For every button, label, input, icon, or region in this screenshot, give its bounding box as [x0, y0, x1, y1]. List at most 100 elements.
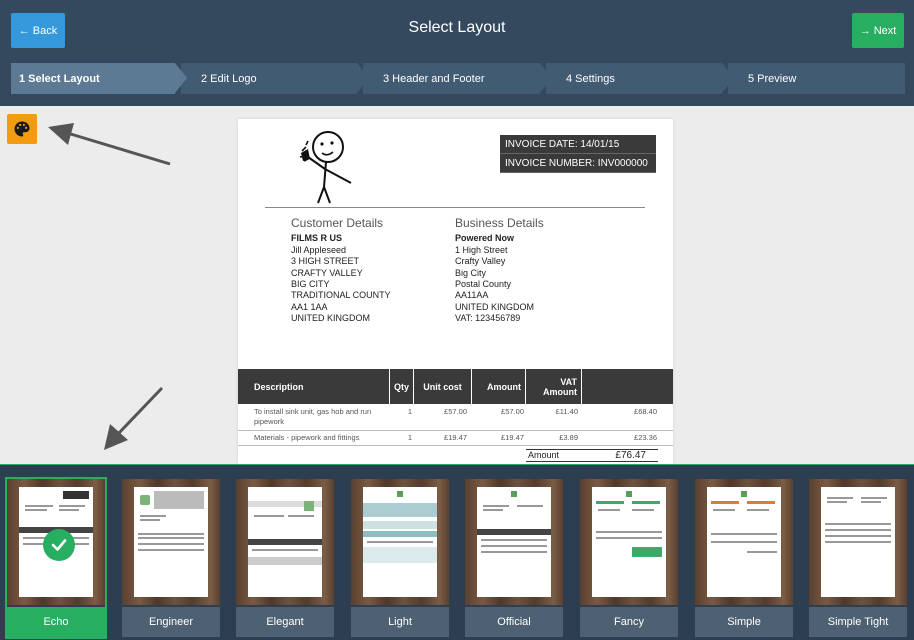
- layout-thumbnail: [695, 479, 793, 605]
- total-value: £76.47: [615, 450, 646, 461]
- layout-fancy[interactable]: Fancy: [580, 479, 678, 637]
- row-description-line: pipework: [254, 417, 285, 426]
- business-line: VAT: 123456789: [455, 313, 521, 324]
- customer-line: UNITED KINGDOM: [291, 313, 371, 324]
- layout-label: Simple: [695, 607, 793, 637]
- row-qty: 1: [407, 433, 412, 442]
- layout-thumbnail: [122, 479, 220, 605]
- col-qty: Qty: [390, 369, 414, 404]
- layout-label: Echo: [7, 607, 105, 637]
- row-unit-cost: £19.47: [444, 433, 467, 442]
- total-label: Amount: [528, 450, 560, 460]
- step-settings[interactable]: 4 Settings: [546, 63, 734, 94]
- layout-thumbnail: [351, 479, 449, 605]
- layout-simple[interactable]: Simple: [695, 479, 793, 637]
- col-unit-cost: Unit cost: [414, 369, 472, 404]
- step-select-layout[interactable]: 1 Select Layout: [11, 63, 187, 94]
- layout-thumbnail: [236, 479, 334, 605]
- col-description: Description: [238, 369, 390, 404]
- business-line: Crafty Valley: [455, 256, 506, 267]
- row-total: £68.40: [634, 407, 657, 416]
- step-header-footer[interactable]: 3 Header and Footer: [363, 63, 552, 94]
- wizard-steps: 1 Select Layout 2 Edit Logo 3 Header and…: [0, 60, 914, 106]
- customer-line: CRAFTY VALLEY: [291, 267, 363, 278]
- step-preview[interactable]: 5 Preview: [728, 63, 905, 94]
- business-details: Business Details Powered Now 1 High Stre…: [455, 216, 544, 325]
- customer-line: BIG CITY: [291, 279, 330, 290]
- layout-label: Official: [465, 607, 563, 637]
- step-label: 1 Select Layout: [19, 72, 100, 85]
- business-line: AA11AA: [455, 290, 489, 301]
- invoice-number: INVOICE NUMBER: INV000000: [500, 154, 656, 173]
- layout-light[interactable]: Light: [351, 479, 449, 637]
- row-unit-cost: £57.00: [444, 407, 467, 416]
- invoice-preview: INVOICE DATE: 14/01/15 INVOICE NUMBER: I…: [238, 119, 673, 465]
- invoice-total: Amount £76.47: [526, 449, 658, 462]
- col-vat-label: VAT: [560, 376, 577, 387]
- customer-line: 3 HIGH STREET: [291, 256, 360, 267]
- layout-label: Elegant: [236, 607, 334, 637]
- col-vat-amount: VAT Amount: [526, 369, 582, 404]
- layout-label: Simple Tight: [809, 607, 907, 637]
- business-line: UNITED KINGDOM: [455, 301, 535, 312]
- step-label: 4 Settings: [566, 72, 615, 85]
- step-label: 3 Header and Footer: [383, 72, 485, 85]
- thumbnail-page: [707, 487, 781, 597]
- col-vat-label: Amount: [543, 386, 577, 397]
- business-line: Big City: [455, 267, 487, 278]
- row-divider: [238, 445, 673, 446]
- invoice-divider: [265, 207, 645, 208]
- top-bar: ← Back Select Layout → Next: [0, 0, 914, 60]
- thumbnail-page: [248, 487, 322, 597]
- step-label: 5 Preview: [748, 72, 797, 85]
- arrow-right-icon: →: [859, 24, 871, 37]
- customer-details: Customer Details FILMS R US Jill Applese…: [291, 217, 391, 325]
- layout-official[interactable]: Official: [465, 479, 563, 637]
- layout-thumbnail: [580, 479, 678, 605]
- next-button[interactable]: → Next: [852, 13, 904, 48]
- pointer-arrow-palette: [48, 123, 171, 166]
- step-label: 2 Edit Logo: [201, 72, 257, 85]
- business-line: Postal County: [455, 279, 512, 290]
- layout-thumbnail: [809, 479, 907, 605]
- checkmark-icon: [43, 529, 75, 561]
- business-line: 1 High Street: [455, 244, 508, 255]
- layout-simple-tight[interactable]: Simple Tight: [809, 479, 907, 637]
- business-name: Powered Now: [455, 233, 515, 244]
- customer-line: Jill Appleseed: [291, 244, 347, 255]
- row-vat: £11.40: [555, 407, 578, 416]
- thumbnail-page: [821, 487, 895, 597]
- thumbnail-page: [477, 487, 551, 597]
- layout-engineer[interactable]: Engineer: [122, 479, 220, 637]
- row-amount: £57.00: [501, 407, 524, 416]
- layout-echo[interactable]: Echo: [5, 477, 107, 639]
- thumbnail-page: [134, 487, 208, 597]
- step-edit-logo[interactable]: 2 Edit Logo: [181, 63, 369, 94]
- palette-icon: [14, 121, 30, 137]
- invoice-meta-box: INVOICE DATE: 14/01/15 INVOICE NUMBER: I…: [500, 135, 656, 173]
- stick-figure-logo: [299, 131, 352, 204]
- row-divider: [238, 430, 673, 431]
- page-title: Select Layout: [408, 19, 506, 36]
- row-qty: 1: [407, 407, 412, 416]
- invoice-date: INVOICE DATE: 14/01/15: [500, 135, 656, 154]
- row-total: £23.36: [634, 433, 657, 442]
- layout-elegant[interactable]: Elegant: [236, 479, 334, 637]
- invoice-table-header: Description Qty Unit cost Amount VAT Amo…: [238, 369, 673, 404]
- palette-button[interactable]: [7, 114, 37, 144]
- thumbnail-page: [592, 487, 666, 597]
- row-description-line: To install sink unit, gas hob and run: [254, 407, 372, 416]
- layout-label: Fancy: [580, 607, 678, 637]
- col-amount: Amount: [472, 369, 526, 404]
- pointer-arrow-layouts: [104, 386, 164, 450]
- row-description: To install sink unit, gas hob and run pi…: [254, 407, 384, 427]
- thumbnail-page: [363, 487, 437, 597]
- row-vat: £3.89: [559, 433, 578, 442]
- layout-thumbnail: [7, 479, 105, 605]
- customer-line: TRADITIONAL COUNTY: [291, 290, 391, 301]
- business-details-heading: Business Details: [455, 216, 544, 230]
- layout-label: Engineer: [122, 607, 220, 637]
- next-button-label: Next: [873, 24, 897, 37]
- customer-line: AA1 1AA: [291, 301, 328, 312]
- layout-thumbnail: [465, 479, 563, 605]
